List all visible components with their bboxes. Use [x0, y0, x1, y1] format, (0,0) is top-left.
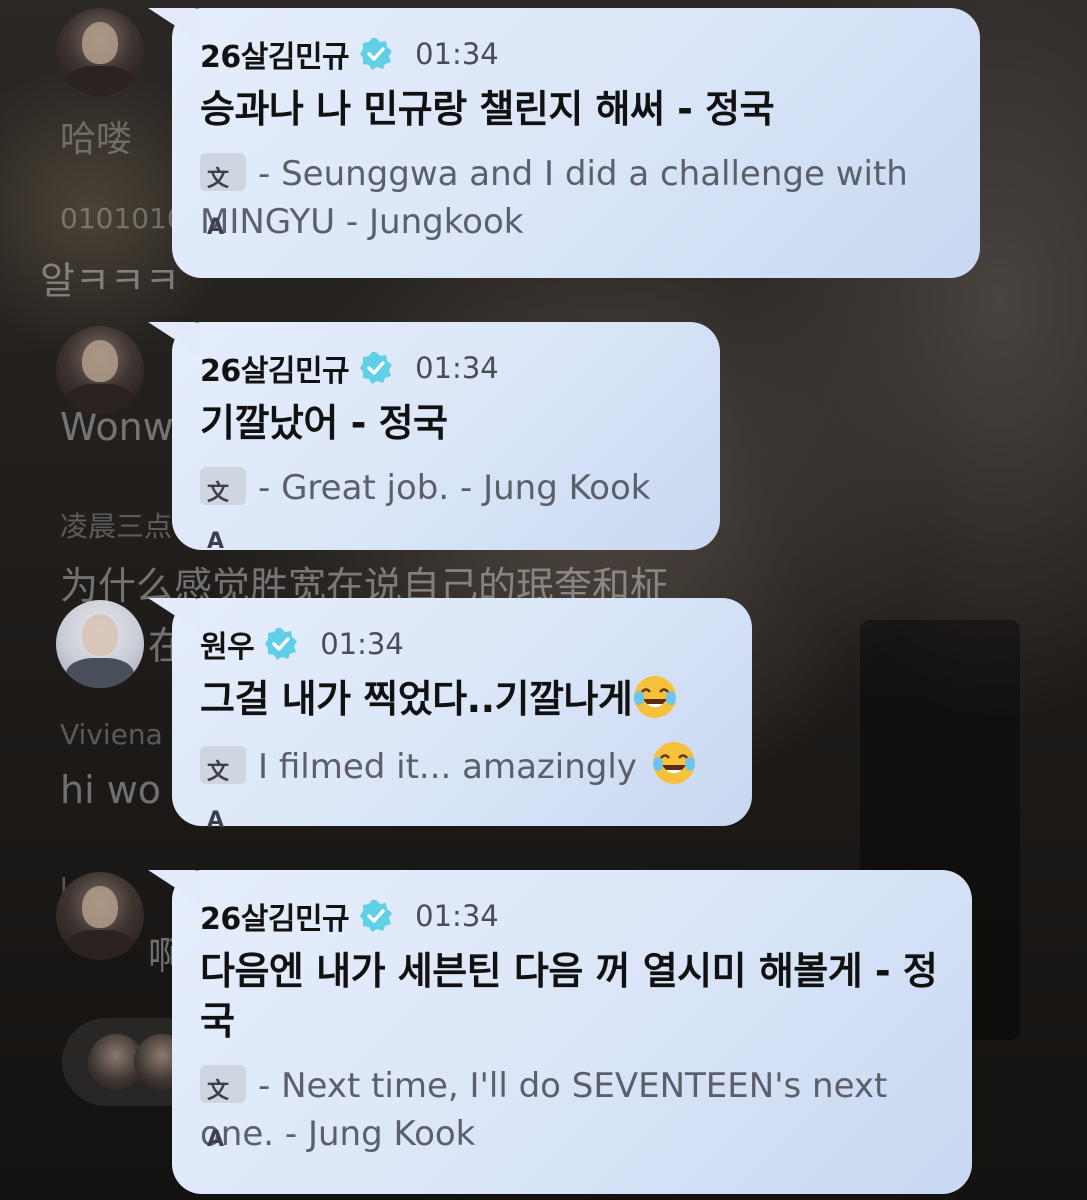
- chat-message-bubble: 26살김민규 01:34 다음엔 내가 세븐틴 다음 꺼 열시미 해볼게 - 정…: [172, 870, 972, 1194]
- translate-icon[interactable]: 文A: [200, 467, 246, 554]
- message-text: 다음엔 내가 세븐틴 다음 꺼 열시미 해볼게 - 정국: [200, 949, 938, 1043]
- chat-message-bubble: 26살김민규 01:34 승과나 나 민규랑 챌린지 해써 - 정국 文A - S…: [172, 8, 980, 278]
- bg-comment-name: 0101010: [60, 202, 185, 235]
- avatar[interactable]: [56, 600, 144, 688]
- message-translation: 文A - Seunggwa and I did a challenge with …: [200, 150, 952, 246]
- message-translation: 文A - Next time, I'll do SEVENTEEN's next …: [200, 1062, 944, 1158]
- bg-comment-text: 알ㅋㅋㅋ: [40, 259, 180, 303]
- translate-icon[interactable]: 文A: [200, 153, 246, 240]
- translation-text: I filmed it... amazingly: [258, 747, 637, 787]
- message-time: 01:34: [320, 627, 404, 661]
- username[interactable]: 26살김민규: [200, 32, 350, 76]
- message-time: 01:34: [415, 351, 499, 385]
- message-time: 01:34: [415, 899, 499, 933]
- bg-comment-name: hi wo: [60, 768, 162, 812]
- verified-badge-icon: [264, 627, 298, 661]
- avatar[interactable]: [56, 872, 144, 960]
- username[interactable]: 원우: [200, 622, 255, 666]
- message-text: 그걸 내가 찍었다..기깔나게: [200, 674, 724, 724]
- translation-text: - Seunggwa and I did a challenge with MI…: [200, 154, 908, 242]
- translation-text: - Next time, I'll do SEVENTEEN's next on…: [200, 1066, 888, 1154]
- verified-badge-icon: [359, 899, 393, 933]
- bg-comment-name: 凌晨三点: [60, 510, 173, 543]
- avatar[interactable]: [56, 326, 144, 414]
- verified-badge-icon: [359, 351, 393, 385]
- verified-badge-icon: [359, 37, 393, 71]
- username[interactable]: 26살김민규: [200, 346, 350, 390]
- translate-icon[interactable]: 文A: [200, 1065, 246, 1152]
- avatar[interactable]: [56, 8, 144, 96]
- chat-message-bubble: 26살김민규 01:34 기깔났어 - 정국 文A - Great job. - …: [172, 322, 720, 554]
- username[interactable]: 26살김민규: [200, 894, 350, 938]
- message-time: 01:34: [415, 37, 499, 71]
- face-with-tears-of-joy-emoji: [632, 674, 678, 720]
- message-translation: 文A I filmed it... amazingly: [200, 740, 724, 833]
- bg-comment-name: 哈喽: [60, 119, 133, 160]
- face-with-tears-of-joy-emoji: [651, 740, 697, 786]
- translate-icon[interactable]: 文A: [200, 746, 246, 833]
- translation-text: - Great job. - Jung Kook: [258, 468, 651, 508]
- bg-comment-name: Viviena: [60, 718, 163, 751]
- message-text: 승과나 나 민규랑 챌린지 해써 - 정국: [200, 87, 775, 131]
- message-translation: 文A - Great job. - Jung Kook: [200, 464, 692, 554]
- message-text: 기깔났어 - 정국: [200, 401, 448, 445]
- chat-message-bubble: 원우 01:34 그걸 내가 찍었다..기깔나게 文A I filmed it..…: [172, 598, 752, 833]
